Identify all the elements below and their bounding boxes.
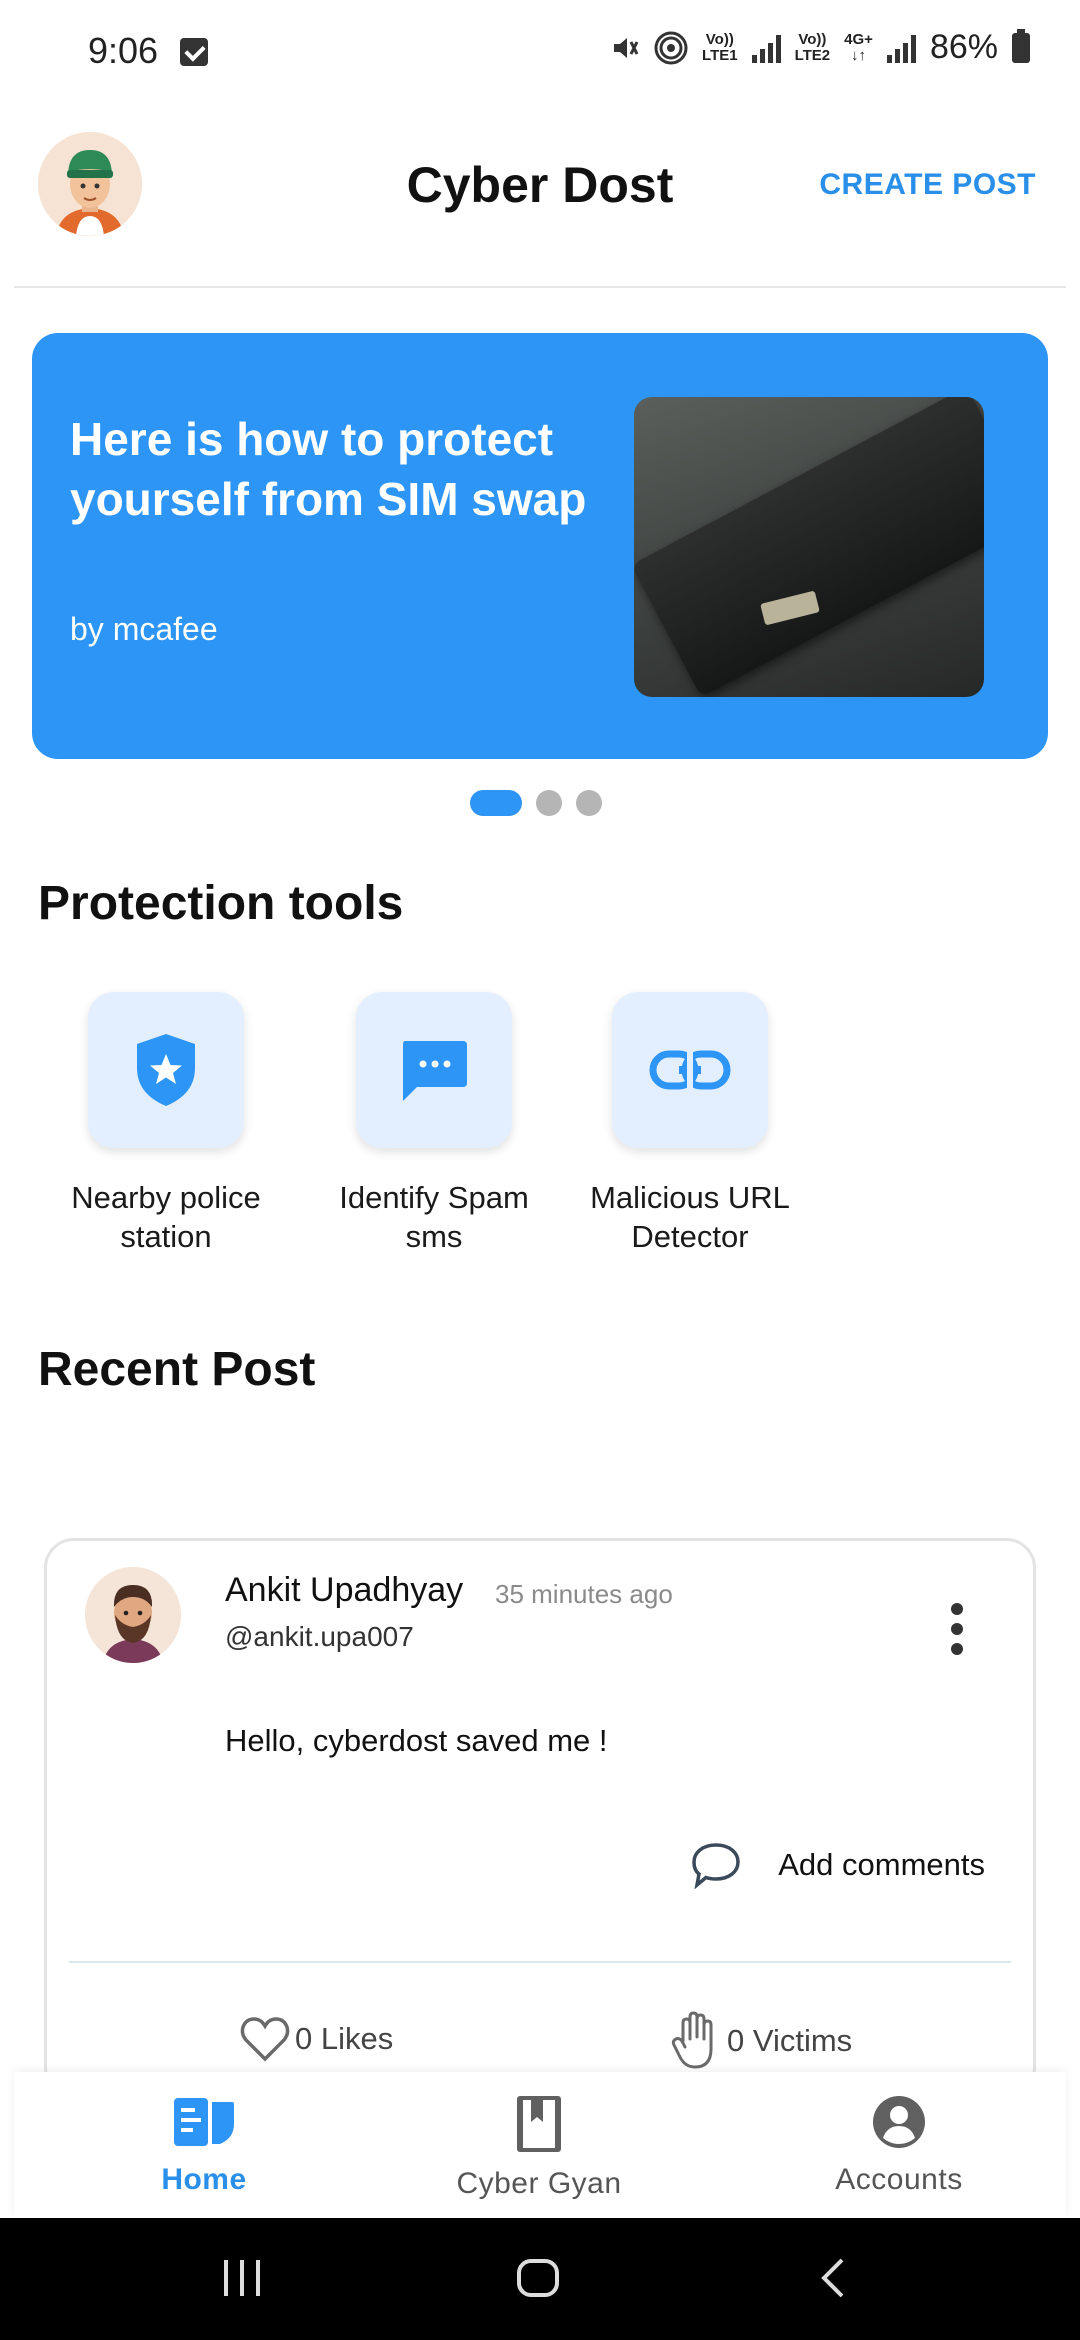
tool-identify-spam-sms[interactable]: Identify Spam sms xyxy=(334,992,534,1256)
nav-home[interactable]: Home xyxy=(144,2094,264,2197)
link-icon xyxy=(649,1050,731,1090)
status-time: 9:06 xyxy=(88,30,159,71)
tool-icon-box xyxy=(88,992,244,1148)
post-author-name[interactable]: Ankit Upadhyay xyxy=(225,1571,463,1610)
status-icons: Vo)) LTE1 Vo)) LTE2 4G+ ↓↑ 86% xyxy=(610,28,1030,67)
post-body: Hello, cyberdost saved me ! xyxy=(225,1723,608,1758)
signal-bars-1-icon xyxy=(751,33,781,63)
phone-photo xyxy=(634,397,984,697)
notification-check-icon xyxy=(180,38,208,66)
nav-label: Accounts xyxy=(835,2163,963,2196)
nav-label: Cyber Gyan xyxy=(456,2167,622,2200)
nav-cyber-gyan[interactable]: Cyber Gyan xyxy=(444,2094,634,2201)
more-options-icon[interactable] xyxy=(951,1603,963,1655)
carousel-dot[interactable] xyxy=(576,790,602,816)
tool-nearby-police-station[interactable]: Nearby police station xyxy=(66,992,266,1256)
sim1-indicator: Vo)) LTE1 xyxy=(702,30,738,64)
battery-icon xyxy=(1012,28,1030,63)
banner-title: Here is how to protect yourself from SIM… xyxy=(70,413,587,525)
shield-star-icon xyxy=(137,1034,195,1106)
tool-label: Malicious URL Detector xyxy=(590,1180,790,1254)
hotspot-icon xyxy=(654,31,688,64)
tool-malicious-url-detector[interactable]: Malicious URL Detector xyxy=(590,992,790,1256)
recent-post-heading: Recent Post xyxy=(38,1343,316,1396)
account-circle-icon xyxy=(873,2096,925,2148)
post-card: Ankit Upadhyay 35 minutes ago @ankit.upa… xyxy=(44,1538,1036,2098)
post-author-avatar-illustration xyxy=(85,1567,181,1663)
banner-image xyxy=(634,397,984,697)
carousel-dot-active[interactable] xyxy=(470,790,522,816)
sim2-indicator: Vo)) LTE2 xyxy=(794,30,831,64)
book-icon xyxy=(517,2096,561,2152)
bottom-navigation: Home Cyber Gyan Accounts xyxy=(14,2072,1066,2218)
tool-label: Nearby police station xyxy=(71,1180,261,1254)
article-banner[interactable]: Here is how to protect yourself from SIM… xyxy=(32,333,1048,759)
nav-label: Home xyxy=(161,2163,247,2196)
comment-icon xyxy=(692,1843,740,1889)
mute-vibrate-icon xyxy=(614,37,639,58)
tool-icon-box xyxy=(612,992,768,1148)
back-icon[interactable] xyxy=(818,2256,848,2300)
recent-apps-icon[interactable] xyxy=(222,2258,262,2298)
protection-tools-heading: Protection tools xyxy=(38,877,404,930)
tool-label: Identify Spam sms xyxy=(339,1180,529,1254)
like-button[interactable]: 0 Likes xyxy=(239,2015,393,2063)
post-author-avatar[interactable] xyxy=(85,1567,181,1663)
battery-percent: 86% xyxy=(929,28,998,66)
victims-count: 0 Victims xyxy=(727,2023,853,2058)
chat-bubble-icon xyxy=(403,1041,467,1101)
tool-icon-box xyxy=(356,992,512,1148)
post-timestamp: 35 minutes ago xyxy=(495,1579,673,1609)
likes-count: 0 Likes xyxy=(295,2021,394,2056)
network-type-indicator: 4G+ ↓↑ xyxy=(844,30,873,64)
banner-byline: by mcafee xyxy=(70,611,218,647)
add-comments-button[interactable]: Add comments xyxy=(690,1841,985,1889)
post-author-handle: @ankit.upa007 xyxy=(225,1621,414,1652)
victims-button[interactable]: 0 Victims xyxy=(671,2011,852,2071)
home-feed-icon xyxy=(174,2098,234,2146)
carousel-indicator xyxy=(470,790,602,816)
nav-accounts[interactable]: Accounts xyxy=(814,2094,984,2197)
app-header: Cyber Dost CREATE POST xyxy=(14,110,1066,288)
card-divider xyxy=(69,1961,1011,1963)
add-comments-label: Add comments xyxy=(778,1847,985,1882)
system-navigation-bar xyxy=(0,2218,1080,2340)
heart-icon xyxy=(240,2017,290,2062)
create-post-button[interactable]: CREATE POST xyxy=(819,168,1036,202)
home-button-icon[interactable] xyxy=(516,2258,560,2298)
raised-hand-icon xyxy=(671,2011,713,2069)
signal-bars-2-icon xyxy=(886,33,916,63)
carousel-dot[interactable] xyxy=(536,790,562,816)
status-bar: 9:06 Vo)) LTE1 Vo)) LTE2 4G+ ↓↑ 86% xyxy=(0,0,1080,110)
